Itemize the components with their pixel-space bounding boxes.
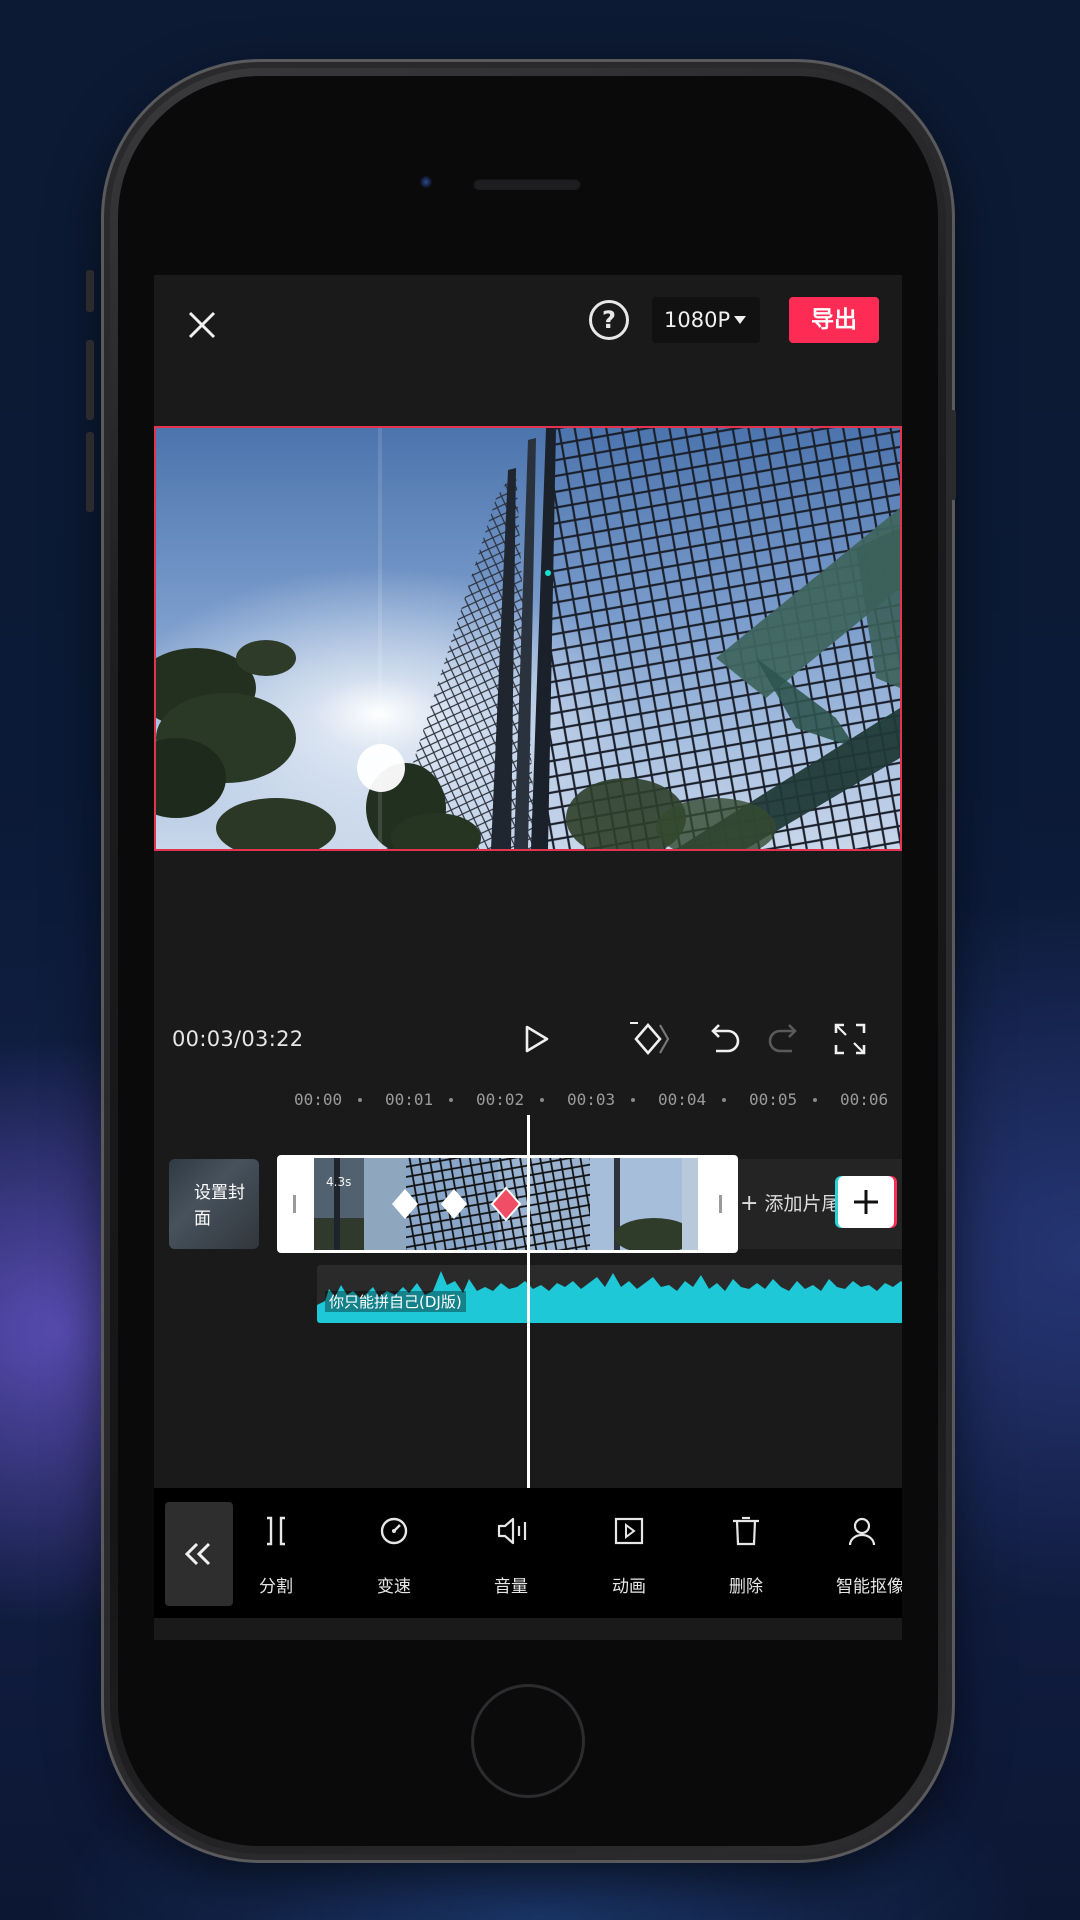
speed-label: 变速 [377,1577,411,1597]
split-tool[interactable]: 分割 [228,1488,324,1618]
collapse-toolbar-button[interactable] [165,1502,233,1606]
power-button [948,410,956,500]
undo-icon [711,1024,740,1053]
video-preview[interactable] [154,426,902,851]
volume-icon [497,1517,527,1545]
double-chevron-left-icon [184,1542,211,1566]
audio-track[interactable]: 你只能拼自己(DJ版) [317,1265,902,1323]
volume-tool[interactable]: 音量 [463,1488,559,1618]
smart-cutout-label: 智能抠像 [836,1577,902,1597]
home-button [471,1684,585,1798]
keyframe-button[interactable] [628,1019,670,1059]
ruler-tick: 00:04 [658,1090,707,1109]
play-button[interactable] [515,1019,555,1059]
undo-button[interactable] [704,1019,744,1059]
clip-left-handle[interactable] [293,1195,296,1213]
ruler-dot [358,1098,362,1102]
close-button[interactable] [180,303,224,347]
split-label: 分割 [259,1577,293,1597]
cover-label: 设置封面 [194,1183,245,1229]
fullscreen-icon [834,1023,866,1055]
clip-duration: 4.3s [326,1175,352,1189]
help-button[interactable]: ? [589,300,629,340]
resolution-value: 1080P [664,308,731,332]
speed-tool[interactable]: 变速 [346,1488,442,1618]
animation-tool[interactable]: 动画 [581,1488,677,1618]
volume-down-button [86,432,94,512]
caret-down-icon [734,316,746,324]
animation-label: 动画 [612,1577,646,1597]
ruler-dot [631,1098,635,1102]
video-clip[interactable]: 4.3s [277,1155,738,1253]
smart-cutout-icon [848,1517,876,1546]
volume-label: 音量 [494,1577,528,1597]
delete-icon [733,1516,759,1546]
close-icon [188,311,216,339]
redo-button[interactable] [764,1019,804,1059]
timecode: 00:03/03:22 [172,1027,304,1051]
bottom-toolbar: 分割 变速 音量 动画 删除 智能抠像 [154,1488,902,1618]
front-camera [420,176,432,188]
set-cover-button[interactable]: 设置封面 [169,1159,259,1249]
smart-cutout-tool[interactable]: 智能抠像 [814,1488,902,1618]
fullscreen-button[interactable] [830,1019,870,1059]
plus-icon: + [740,1191,759,1216]
ruler-tick: 00:05 [749,1090,798,1109]
clip-frames-image [314,1158,698,1250]
plus-icon [854,1190,878,1214]
ruler-dot [449,1098,453,1102]
add-ending-label: + 添加片尾 [740,1189,841,1216]
speed-icon [380,1517,408,1545]
clip-right-handle[interactable] [719,1195,722,1213]
keyframe-icon [630,1022,670,1055]
ruler-dot [813,1098,817,1102]
ruler-tick: 00:00 [294,1090,343,1109]
ruler-tick: 00:01 [385,1090,434,1109]
resolution-dropdown[interactable]: 1080P [652,297,760,343]
animation-icon [614,1517,644,1545]
add-clip-button[interactable] [838,1176,894,1228]
playhead[interactable] [527,1115,530,1491]
ruler-dot [722,1098,726,1102]
add-ending-text: 添加片尾 [764,1193,841,1215]
mute-switch [86,270,94,312]
export-button[interactable]: 导出 [789,297,879,343]
split-icon [267,1516,285,1546]
earpiece-speaker [473,178,581,190]
delete-label: 删除 [729,1577,763,1597]
play-icon [525,1025,549,1053]
help-icon: ? [602,306,616,334]
ruler-tick: 00:06 [840,1090,889,1109]
ruler-tick: 00:03 [567,1090,616,1109]
clip-thumbnails [314,1158,698,1250]
volume-up-button [86,340,94,420]
audio-title: 你只能拼自己(DJ版) [325,1291,466,1312]
delete-tool[interactable]: 删除 [698,1488,794,1618]
ruler-dot [540,1098,544,1102]
redo-icon [768,1024,797,1053]
app-screen: ? 1080P 导出 00:03/03:22 00:00 00:01 00:02… [154,275,902,1640]
preview-frame-image [156,428,900,849]
ruler-tick: 00:02 [476,1090,525,1109]
